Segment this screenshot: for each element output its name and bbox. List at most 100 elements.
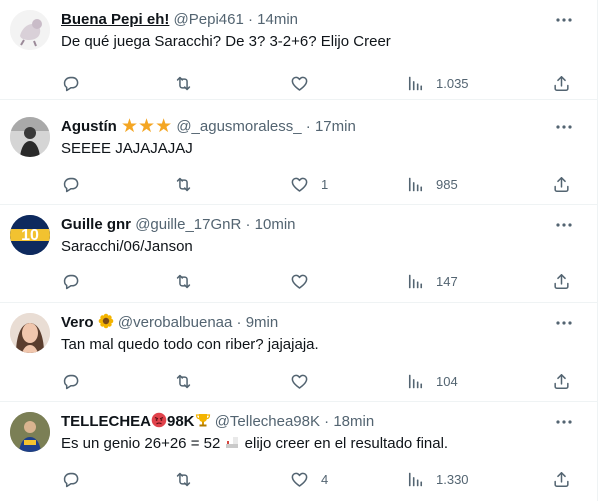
avatar[interactable] bbox=[10, 10, 50, 50]
timestamp[interactable]: 10min bbox=[255, 216, 296, 233]
reply-button[interactable] bbox=[61, 371, 80, 391]
flag-icon bbox=[226, 437, 239, 448]
author-handle[interactable]: @verobalbuenaa bbox=[118, 314, 232, 331]
star-icon: ★ bbox=[138, 116, 156, 137]
author-handle[interactable]: @guille_17GnR bbox=[135, 216, 241, 233]
more-icon[interactable] bbox=[554, 217, 574, 233]
sunflower-icon bbox=[98, 313, 114, 329]
views-icon bbox=[405, 272, 424, 291]
reply-button[interactable] bbox=[61, 73, 80, 93]
views-button[interactable]: 1.330 bbox=[405, 469, 469, 489]
reply-text-part: Es un genio 26+26 = 52 bbox=[61, 435, 221, 452]
retweet-icon bbox=[174, 74, 193, 93]
retweet-button[interactable] bbox=[174, 271, 193, 291]
action-bar: 1 985 bbox=[61, 174, 571, 194]
author-handle[interactable]: @Pepi461 bbox=[174, 11, 244, 28]
reply-text: Tan mal quedo todo con riber? jajajaja. bbox=[61, 336, 319, 353]
timestamp[interactable]: 9min bbox=[246, 314, 279, 331]
like-icon bbox=[290, 74, 309, 93]
retweet-icon bbox=[174, 272, 193, 291]
action-bar: 1.035 bbox=[61, 73, 571, 93]
more-icon[interactable] bbox=[554, 414, 574, 430]
retweet-icon bbox=[174, 175, 193, 194]
like-button[interactable] bbox=[290, 73, 321, 93]
share-icon bbox=[552, 175, 571, 194]
reply-icon bbox=[61, 74, 80, 93]
views-button[interactable]: 1.035 bbox=[405, 73, 469, 93]
avatar[interactable] bbox=[10, 412, 50, 452]
share-button[interactable] bbox=[552, 174, 571, 194]
retweet-button[interactable] bbox=[174, 469, 193, 489]
reply-text: SEEEE JAJAJAJAJ bbox=[61, 140, 193, 157]
like-count: 4 bbox=[321, 471, 329, 487]
retweet-button[interactable] bbox=[174, 174, 193, 194]
like-button[interactable] bbox=[290, 271, 321, 291]
share-button[interactable] bbox=[552, 371, 571, 391]
reply-button[interactable] bbox=[61, 174, 80, 194]
author-handle[interactable]: @Tellechea98K bbox=[215, 413, 320, 430]
author-name[interactable]: Agustín bbox=[61, 118, 117, 135]
view-count: 1.330 bbox=[436, 471, 469, 487]
like-icon bbox=[290, 372, 309, 391]
more-icon[interactable] bbox=[554, 119, 574, 135]
like-button[interactable]: 4 bbox=[290, 469, 328, 489]
reply-item[interactable]: Vero @verobalbuenaa · 9min Tan mal quedo… bbox=[0, 303, 598, 402]
separator: · bbox=[324, 413, 330, 430]
action-bar: 104 bbox=[61, 371, 571, 391]
views-icon bbox=[405, 372, 424, 391]
author-name[interactable]: Vero bbox=[61, 314, 94, 331]
reply-item[interactable]: 10 Guille gnr @guille_17GnR · 10min Sara… bbox=[0, 205, 598, 303]
like-icon bbox=[290, 175, 309, 194]
retweet-button[interactable] bbox=[174, 73, 193, 93]
timestamp[interactable]: 14min bbox=[257, 11, 298, 28]
more-icon[interactable] bbox=[554, 315, 574, 331]
reply-icon bbox=[61, 372, 80, 391]
reply-item[interactable]: TELLECHEA 98K @Tellechea98K · 18min Es un… bbox=[0, 402, 598, 501]
share-icon bbox=[552, 74, 571, 93]
avatar[interactable] bbox=[10, 117, 50, 157]
share-button[interactable] bbox=[552, 73, 571, 93]
like-button[interactable]: 1 bbox=[290, 174, 328, 194]
avatar-number: 10 bbox=[21, 227, 39, 244]
author-name[interactable]: Buena Pepi eh! bbox=[61, 11, 169, 28]
views-button[interactable]: 985 bbox=[405, 174, 458, 194]
more-icon[interactable] bbox=[554, 12, 574, 28]
like-button[interactable] bbox=[290, 371, 321, 391]
share-icon bbox=[552, 372, 571, 391]
avatar[interactable]: 10 bbox=[10, 215, 50, 255]
views-button[interactable]: 147 bbox=[405, 271, 458, 291]
separator: · bbox=[245, 216, 251, 233]
separator: · bbox=[247, 11, 253, 28]
reply-button[interactable] bbox=[61, 469, 80, 489]
views-button[interactable]: 104 bbox=[405, 371, 458, 391]
retweet-icon bbox=[174, 470, 193, 489]
timestamp[interactable]: 17min bbox=[315, 118, 356, 135]
avatar[interactable] bbox=[10, 313, 50, 353]
reply-item[interactable]: Agustín ★★★ @_agusmoraless_ · 17min SEEE… bbox=[0, 107, 598, 205]
angry-face-icon bbox=[151, 412, 167, 428]
views-icon bbox=[405, 74, 424, 93]
star-icon: ★ bbox=[155, 116, 173, 137]
reply-button[interactable] bbox=[61, 271, 80, 291]
author-name[interactable]: TELLECHEA bbox=[61, 413, 151, 430]
timestamp[interactable]: 18min bbox=[333, 413, 374, 430]
share-button[interactable] bbox=[552, 469, 571, 489]
like-count: 1 bbox=[321, 176, 329, 192]
share-icon bbox=[552, 470, 571, 489]
author-name[interactable]: Guille gnr bbox=[61, 216, 131, 233]
star-icon: ★ bbox=[121, 116, 139, 137]
views-icon bbox=[405, 175, 424, 194]
separator: · bbox=[305, 118, 311, 135]
share-button[interactable] bbox=[552, 271, 571, 291]
views-icon bbox=[405, 470, 424, 489]
action-bar: 147 bbox=[61, 271, 571, 291]
view-count: 147 bbox=[436, 273, 458, 289]
reply-item[interactable]: Buena Pepi eh! @Pepi461 · 14min De qué j… bbox=[0, 0, 598, 100]
share-icon bbox=[552, 272, 571, 291]
view-count: 1.035 bbox=[436, 75, 469, 91]
reply-text: De qué juega Saracchi? De 3? 3-2+6? Elij… bbox=[61, 33, 391, 50]
author-name-suffix[interactable]: 98K bbox=[167, 413, 195, 430]
retweet-button[interactable] bbox=[174, 371, 193, 391]
replies-feed: Buena Pepi eh! @Pepi461 · 14min De qué j… bbox=[0, 0, 598, 501]
author-handle[interactable]: @_agusmoraless_ bbox=[176, 118, 301, 135]
